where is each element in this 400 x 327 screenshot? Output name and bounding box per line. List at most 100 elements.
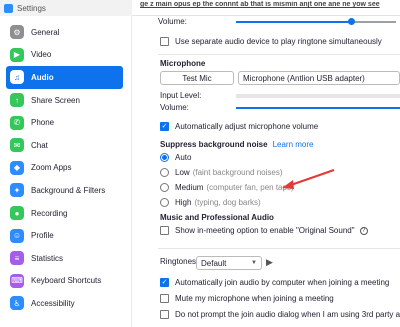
gear-icon: ⚙ <box>10 25 24 40</box>
meeting-audio-label: Automatically join audio by computer whe… <box>175 278 390 287</box>
zoom-logo-icon <box>4 3 13 13</box>
sidebar-item-label: General <box>31 27 60 37</box>
sidebar-item-label: Accessibility <box>31 298 75 308</box>
noise-radio-high[interactable] <box>160 198 169 207</box>
noise-option-low[interactable]: Low (faint background noises) <box>160 168 283 177</box>
sidebar-item-label: Video <box>31 50 52 60</box>
mic-volume-label: Volume: <box>160 103 189 112</box>
separate-ringtone-option[interactable]: Use separate audio device to play ringto… <box>160 37 382 46</box>
meeting-audio-checkbox[interactable] <box>160 294 169 303</box>
speaker-volume-thumb[interactable] <box>347 18 355 25</box>
speaker-volume-fill <box>236 21 352 23</box>
original-sound-option[interactable]: Show in-meeting option to enable "Origin… <box>160 226 368 235</box>
meeting-audio-option[interactable]: Do not prompt the join audio dialog when… <box>160 310 400 319</box>
settings-sidebar: ⚙ General ▶ Video ♫ Audio ↑ Share Screen ✆ Phone ✉… <box>0 16 132 327</box>
meeting-audio-label: Do not prompt the join audio dialog when… <box>175 310 400 319</box>
sidebar-item-label: Zoom Apps <box>31 163 72 173</box>
noise-option-label: High <box>175 198 192 207</box>
sidebar-item-general[interactable]: ⚙ General <box>6 21 123 44</box>
profile-icon: ☺ <box>10 228 24 243</box>
noise-option-auto[interactable]: Auto <box>160 153 191 162</box>
separate-ringtone-label: Use separate audio device to play ringto… <box>175 37 382 46</box>
sidebar-item-share-screen[interactable]: ↑ Share Screen <box>6 89 123 112</box>
sidebar-item-profile[interactable]: ☺ Profile <box>6 224 123 247</box>
sidebar-item-label: Statistics <box>31 253 64 263</box>
play-ringtone-icon[interactable]: ▶ <box>266 257 273 268</box>
noise-option-hint: (faint background noises) <box>192 168 283 177</box>
title-bar: Settings <box>0 0 132 16</box>
sidebar-item-zoom-apps[interactable]: ◆ Zoom Apps <box>6 157 123 180</box>
sidebar-item-audio[interactable]: ♫ Audio <box>6 66 123 89</box>
sidebar-item-label: Phone <box>31 118 55 128</box>
ringtones-row: Ringtones <box>160 257 196 266</box>
separate-ringtone-checkbox[interactable] <box>160 37 169 46</box>
annotation-arrow-icon <box>282 169 335 189</box>
share-screen-icon: ↑ <box>10 93 24 108</box>
microphone-device-select[interactable]: Microphone (Antlion USB adapter) <box>238 71 400 85</box>
sidebar-item-recording[interactable]: ● Recording <box>6 202 123 225</box>
input-level-meter <box>236 94 400 98</box>
auto-adjust-option[interactable]: ✓ Automatically adjust microphone volume <box>160 122 318 131</box>
microphone-heading-text: Microphone <box>160 59 206 68</box>
chat-icon: ✉ <box>10 138 24 153</box>
sidebar-item-phone[interactable]: ✆ Phone <box>6 111 123 134</box>
headphones-icon: ♫ <box>10 70 24 85</box>
sidebar-item-chat[interactable]: ✉ Chat <box>6 134 123 157</box>
sidebar-item-label: Recording <box>31 208 68 218</box>
test-mic-button[interactable]: Test Mic <box>160 71 234 85</box>
sidebar-item-label: Background & Filters <box>31 185 106 195</box>
recording-icon: ● <box>10 206 24 221</box>
accessibility-icon: ♿ <box>10 296 24 311</box>
meeting-audio-checkbox[interactable]: ✓ <box>160 278 169 287</box>
noise-option-label: Auto <box>175 153 192 162</box>
phone-icon: ✆ <box>10 115 24 130</box>
noise-option-medium[interactable]: Medium (computer fan, pen taps) <box>160 183 294 192</box>
apps-icon: ◆ <box>10 160 24 175</box>
sidebar-item-label: Keyboard Shortcuts <box>31 276 102 286</box>
noise-option-hint: (typing, dog barks) <box>194 198 261 207</box>
microphone-device-value: Microphone (Antlion USB adapter) <box>243 73 365 83</box>
ringtones-value: Default <box>201 258 227 268</box>
noise-radio-medium[interactable] <box>160 183 169 192</box>
sidebar-item-background-filters[interactable]: ✦ Background & Filters <box>6 179 123 202</box>
meeting-audio-checkbox[interactable] <box>160 310 169 319</box>
input-level-label: Input Level: <box>160 91 202 100</box>
ringtones-select[interactable]: Default ▼ <box>196 256 262 270</box>
noise-option-high[interactable]: High (typing, dog barks) <box>160 198 261 207</box>
input-level-row: Input Level: <box>160 91 201 100</box>
auto-adjust-label: Automatically adjust microphone volume <box>175 122 319 131</box>
original-sound-checkbox[interactable] <box>160 226 169 235</box>
speaker-volume-row: Volume: <box>158 17 187 26</box>
noise-suppression-heading-text: Suppress background noise <box>160 140 268 149</box>
microphone-heading: Microphone <box>160 59 205 68</box>
sidebar-item-video[interactable]: ▶ Video <box>6 44 123 67</box>
original-sound-label: Show in-meeting option to enable "Origin… <box>175 226 355 235</box>
keyboard-icon: ⌨ <box>10 273 24 288</box>
noise-option-label: Low <box>175 168 190 177</box>
section-divider <box>158 54 400 55</box>
background-window-text: ge z main opus ep the connnt ab that is … <box>140 1 380 8</box>
sidebar-item-statistics[interactable]: ≡ Statistics <box>6 247 123 270</box>
section-divider-2 <box>158 248 400 249</box>
music-audio-heading: Music and Professional Audio <box>160 213 274 222</box>
sidebar-item-label: Chat <box>31 140 48 150</box>
sidebar-item-keyboard-shortcuts[interactable]: ⌨ Keyboard Shortcuts <box>6 270 123 293</box>
audio-settings-panel: Volume: Use separate audio device to pla… <box>148 16 400 327</box>
help-icon[interactable]: ? <box>359 226 368 235</box>
meeting-audio-option[interactable]: ✓ Automatically join audio by computer wh… <box>160 278 389 287</box>
meeting-audio-option[interactable]: Mute my microphone when joining a meetin… <box>160 294 334 303</box>
meeting-audio-label: Mute my microphone when joining a meetin… <box>175 294 334 303</box>
music-audio-heading-text: Music and Professional Audio <box>160 213 274 222</box>
speaker-volume-label: Volume: <box>158 17 187 26</box>
statistics-icon: ≡ <box>10 251 24 266</box>
ringtones-label: Ringtones <box>160 257 197 266</box>
sidebar-item-accessibility[interactable]: ♿ Accessibility <box>6 292 123 315</box>
noise-radio-auto[interactable] <box>160 153 169 162</box>
noise-radio-low[interactable] <box>160 168 169 177</box>
noise-option-label: Medium <box>175 183 204 192</box>
learn-more-link[interactable]: Learn more <box>273 140 314 149</box>
sidebar-item-label: Profile <box>31 231 54 241</box>
mic-volume-row: Volume: <box>160 103 189 112</box>
auto-adjust-checkbox[interactable]: ✓ <box>160 122 169 131</box>
mic-volume-slider[interactable] <box>236 107 400 109</box>
